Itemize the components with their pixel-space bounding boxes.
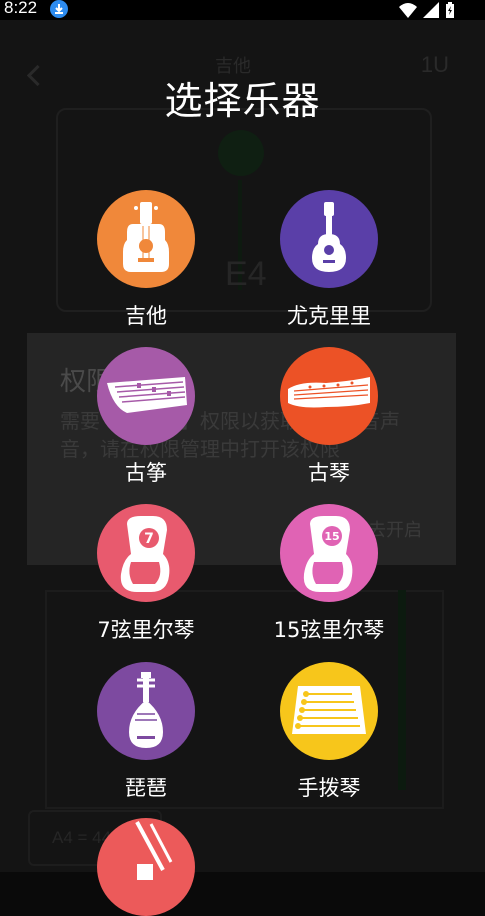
instrument-lyre-7[interactable]: 7 7弦里尔琴 (56, 504, 236, 644)
instrument-guqin[interactable]: 古琴 (239, 347, 419, 487)
lyre-7-icon: 7 (97, 504, 195, 602)
instrument-label: 古筝 (125, 461, 167, 485)
instrument-erhu[interactable] (56, 818, 236, 916)
erhu-icon (97, 818, 195, 916)
status-bar: 8:22 (0, 0, 485, 20)
instrument-kalimba[interactable]: 手拨琴 (239, 662, 419, 802)
system-icons (399, 2, 455, 18)
svg-text:15: 15 (324, 530, 339, 543)
guqin-icon (280, 347, 378, 445)
instrument-label: 吉他 (125, 304, 167, 328)
svg-text:7: 7 (144, 531, 154, 547)
battery-icon (446, 2, 454, 18)
lyre-15-icon: 15 (280, 504, 378, 602)
instrument-pipa[interactable]: 琵琶 (56, 662, 236, 802)
kalimba-icon (280, 662, 378, 760)
instrument-label: 15弦里尔琴 (273, 618, 385, 642)
instrument-label: 7弦里尔琴 (97, 618, 195, 642)
instrument-label: 手拨琴 (297, 776, 361, 800)
instrument-lyre-15[interactable]: 15 15弦里尔琴 (239, 504, 419, 644)
instrument-label: 古琴 (308, 461, 350, 485)
download-icon (50, 0, 68, 18)
picker-title: 选择乐器 (164, 79, 321, 123)
guitar-icon (97, 190, 195, 288)
instrument-ukulele[interactable]: 尤克里里 (239, 190, 419, 330)
signal-icon (423, 2, 439, 18)
instrument-guzheng[interactable]: 古筝 (56, 347, 236, 487)
instrument-label: 尤克里里 (287, 304, 371, 328)
ukulele-icon (280, 190, 378, 288)
instrument-label: 琵琶 (125, 776, 167, 800)
instrument-guitar[interactable]: 吉他 (56, 190, 236, 330)
wifi-icon (399, 3, 417, 18)
instrument-picker: 选择乐器 吉他 尤克里里 古筝 古琴 7 7弦里尔琴 15 15弦里尔琴 琵琶 … (0, 20, 485, 916)
guzheng-icon (97, 347, 195, 445)
status-time: 8:22 (4, 0, 38, 17)
pipa-icon (97, 662, 195, 760)
